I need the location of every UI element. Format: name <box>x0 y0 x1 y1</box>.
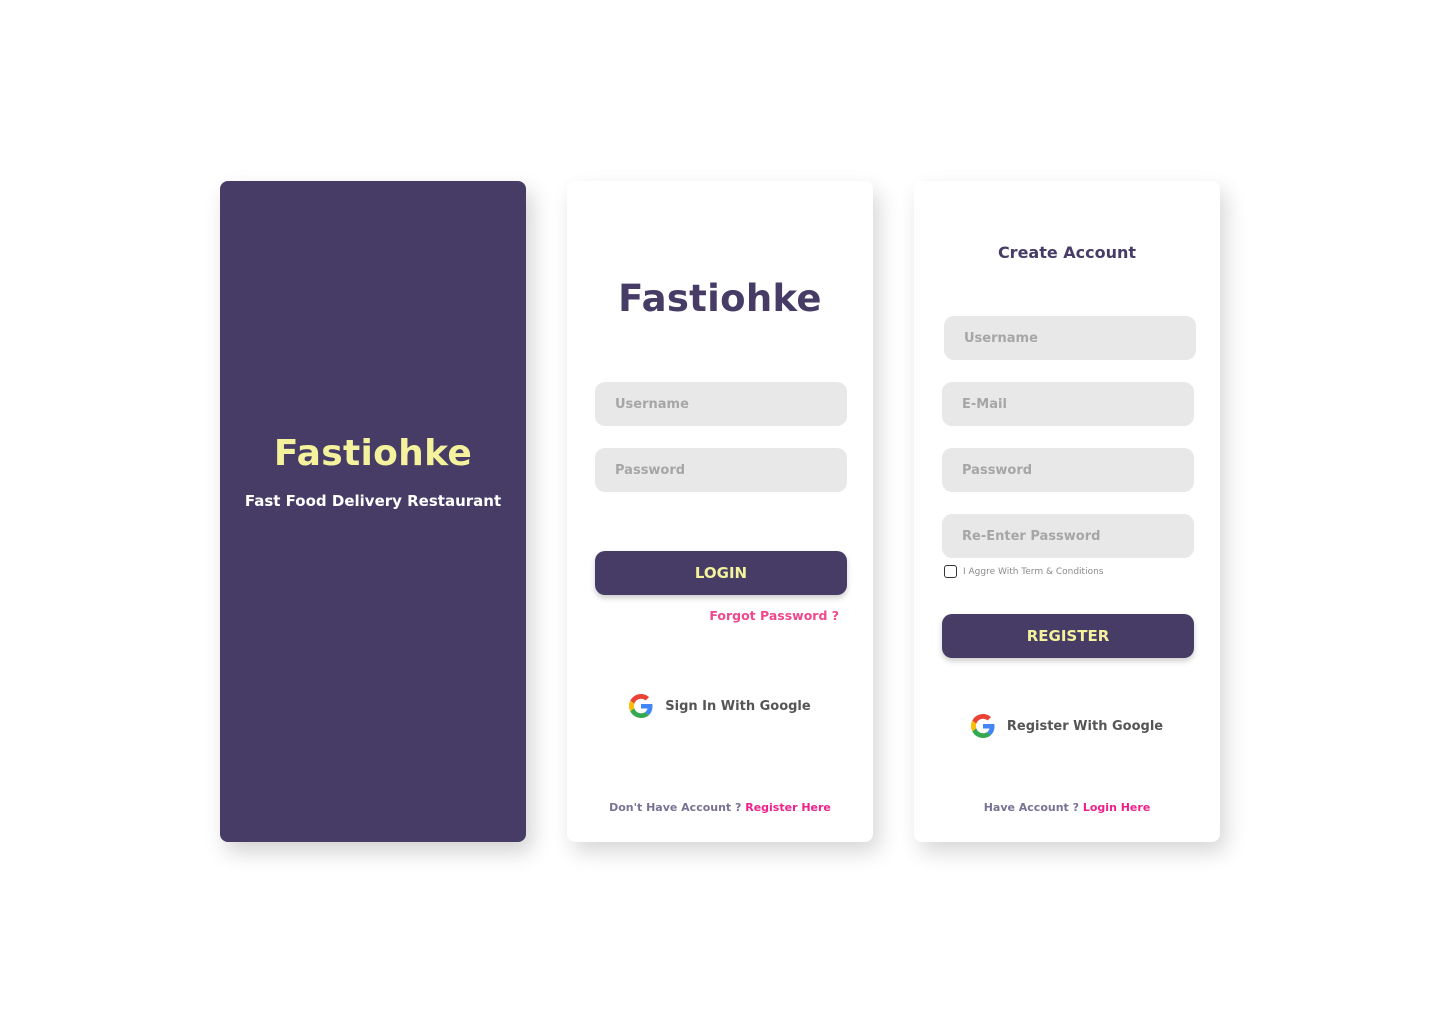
forgot-password-link[interactable]: Forgot Password ? <box>709 608 839 623</box>
terms-label: I Aggre With Term & Conditions <box>963 566 1104 577</box>
register-card: Create Account I Aggre With Term & Condi… <box>914 181 1220 842</box>
login-here-link[interactable]: Login Here <box>1083 801 1150 814</box>
register-title: Create Account <box>997 243 1137 262</box>
login-username-input[interactable] <box>595 382 847 426</box>
login-footer: Don't Have Account ? Register Here <box>567 801 873 814</box>
terms-checkbox[interactable] <box>944 565 957 578</box>
register-footer: Have Account ? Login Here <box>914 801 1220 814</box>
splash-subtitle: Fast Food Delivery Restaurant <box>244 492 502 510</box>
register-username-input[interactable] <box>944 316 1196 360</box>
google-icon <box>970 714 995 738</box>
register-reenter-password-input[interactable] <box>942 514 1194 558</box>
login-footer-text: Don't Have Account ? <box>609 801 746 814</box>
login-button[interactable]: LOGIN <box>595 551 847 595</box>
google-icon <box>629 694 653 718</box>
google-register-label: Register With Google <box>1006 718 1164 734</box>
register-button[interactable]: REGISTER <box>942 614 1194 658</box>
register-footer-text: Have Account ? <box>983 801 1083 814</box>
splash-title: Fastiohke <box>273 433 473 474</box>
splash-card: Fastiohke Fast Food Delivery Restaurant <box>220 181 526 842</box>
google-sign-in-button[interactable]: Sign In With Google <box>567 694 873 718</box>
register-here-link[interactable]: Register Here <box>745 801 831 814</box>
terms-row: I Aggre With Term & Conditions <box>944 565 1103 578</box>
google-sign-in-label: Sign In With Google <box>665 698 811 714</box>
register-email-input[interactable] <box>942 382 1194 426</box>
login-password-input[interactable] <box>595 448 847 492</box>
login-card: Fastiohke LOGIN Forgot Password ? Sign I… <box>567 181 873 842</box>
google-register-button[interactable]: Register With Google <box>914 714 1220 738</box>
register-password-input[interactable] <box>942 448 1194 492</box>
login-title: Fastiohke <box>618 277 822 320</box>
